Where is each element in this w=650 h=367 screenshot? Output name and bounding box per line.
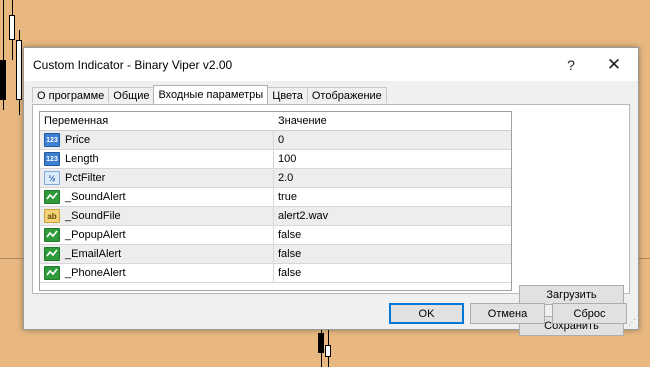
column-divider [273, 207, 274, 225]
variable-cell: 123 Length [44, 150, 99, 169]
variable-name: _EmailAlert [65, 248, 122, 260]
chart-level-line-right [639, 258, 650, 259]
variable-cell: _SoundAlert [44, 188, 126, 207]
parameters-table: Переменная Значение 123 Price 0 123 Length 10… [39, 111, 512, 291]
variable-cell: _PhoneAlert [44, 264, 126, 283]
table-row[interactable]: 123 Length 100 [40, 150, 511, 169]
column-divider [273, 169, 274, 187]
variable-name: Price [65, 134, 91, 146]
column-divider [273, 188, 274, 206]
tab-about[interactable]: О программе [32, 87, 110, 103]
resize-grip-icon[interactable]: ⋰ [628, 319, 636, 327]
close-button[interactable]: ✕ [594, 52, 634, 77]
int-icon: 123 [44, 152, 60, 166]
variable-name: _PopupAlert [65, 229, 126, 241]
variable-name: _SoundFile [65, 210, 121, 222]
value-cell[interactable]: 100 [278, 150, 296, 169]
candle [16, 30, 22, 115]
help-button[interactable]: ? [551, 52, 591, 77]
variable-name: PctFilter [65, 172, 106, 184]
column-divider [273, 150, 274, 168]
variable-cell: _PopupAlert [44, 226, 126, 245]
bool-icon [44, 247, 60, 261]
variable-cell: 123 Price [44, 131, 90, 150]
load-button[interactable]: Загрузить [519, 285, 624, 305]
tab-common[interactable]: Общие [108, 87, 155, 103]
value-cell[interactable]: false [278, 226, 301, 245]
candle [9, 0, 15, 60]
double-icon: ½ [44, 171, 60, 185]
chart-level-line [0, 258, 23, 259]
ok-button[interactable]: OK [389, 303, 464, 324]
header-value[interactable]: Значение [278, 112, 327, 131]
candle [318, 329, 324, 367]
value-cell[interactable]: 0 [278, 131, 284, 150]
variable-name: _PhoneAlert [65, 267, 126, 279]
table-row[interactable]: _PhoneAlert false [40, 264, 511, 283]
tab-bar: О программе Общие Входные параметры Цвет… [32, 85, 387, 104]
table-row[interactable]: ½ PctFilter 2.0 [40, 169, 511, 188]
bool-icon [44, 190, 60, 204]
value-cell[interactable]: alert2.wav [278, 207, 328, 226]
int-icon: 123 [44, 133, 60, 147]
variable-cell: _EmailAlert [44, 245, 121, 264]
tab-colors[interactable]: Цвета [267, 87, 308, 103]
candle [0, 0, 6, 110]
reset-button[interactable]: Сброс [552, 303, 627, 324]
candle [325, 329, 331, 367]
cancel-button[interactable]: Отмена [470, 303, 545, 324]
bool-icon [44, 266, 60, 280]
table-row[interactable]: ab _SoundFile alert2.wav [40, 207, 511, 226]
table-row[interactable]: 123 Price 0 [40, 131, 511, 150]
table-row[interactable]: _SoundAlert true [40, 188, 511, 207]
variable-cell: ½ PctFilter [44, 169, 105, 188]
column-divider [273, 131, 274, 149]
column-divider [273, 264, 274, 282]
value-cell[interactable]: false [278, 264, 301, 283]
variable-name: Length [65, 153, 99, 165]
tab-inputs[interactable]: Входные параметры [153, 85, 269, 104]
column-divider [273, 226, 274, 244]
variable-cell: ab _SoundFile [44, 207, 121, 226]
table-row[interactable]: _EmailAlert false [40, 245, 511, 264]
value-cell[interactable]: 2.0 [278, 169, 293, 188]
value-cell[interactable]: false [278, 245, 301, 264]
table-row[interactable]: _PopupAlert false [40, 226, 511, 245]
inputs-panel: Переменная Значение 123 Price 0 123 Length 10… [32, 104, 630, 336]
header-variable[interactable]: Переменная [44, 112, 108, 131]
table-header: Переменная Значение [40, 112, 511, 131]
string-icon: ab [44, 209, 60, 223]
custom-indicator-dialog: Custom Indicator - Binary Viper v2.00 ? … [23, 47, 639, 336]
column-divider [273, 245, 274, 263]
bool-icon [44, 228, 60, 242]
dialog-title: Custom Indicator - Binary Viper v2.00 [33, 58, 233, 72]
value-cell[interactable]: true [278, 188, 297, 207]
variable-name: _SoundAlert [65, 191, 126, 203]
tab-visualization[interactable]: Отображение [306, 87, 387, 103]
title-bar: Custom Indicator - Binary Viper v2.00 ? … [24, 48, 638, 81]
